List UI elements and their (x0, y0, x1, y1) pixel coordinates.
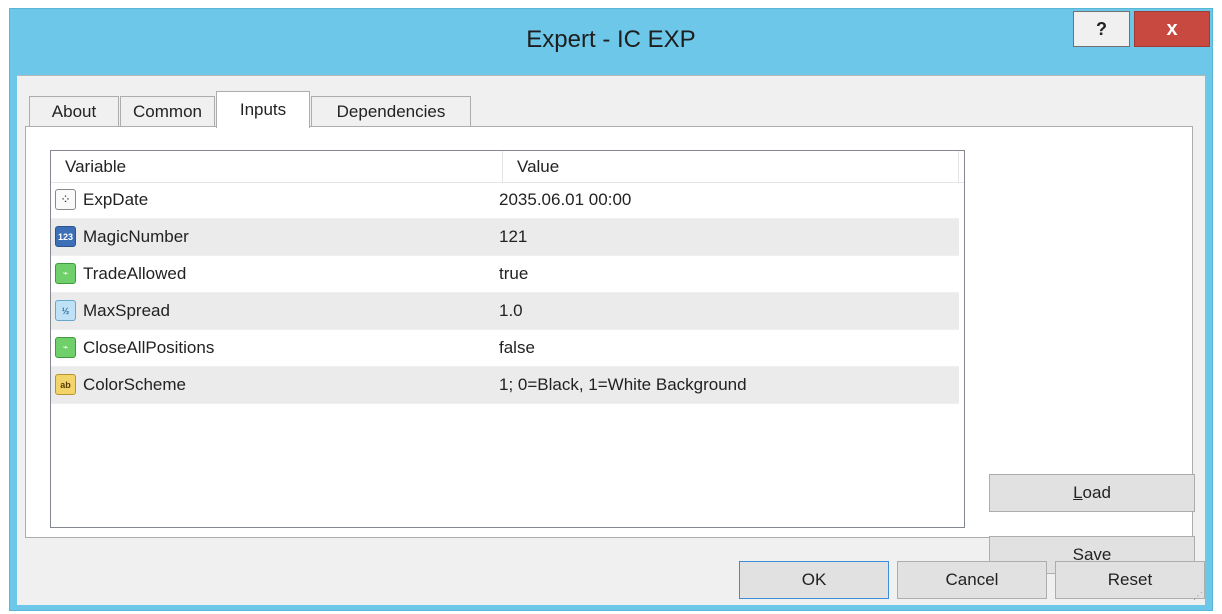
help-button[interactable]: ? (1073, 11, 1130, 47)
string-icon: ab (55, 374, 76, 395)
cancel-button[interactable]: Cancel (897, 561, 1047, 599)
title-bar[interactable]: Expert - IC EXP ? x (10, 9, 1212, 75)
column-header-value[interactable]: Value (503, 151, 959, 182)
variable-value[interactable]: 1.0 (499, 293, 523, 329)
inputs-grid: Variable Value ⁘ ExpDate 2035.06.01 00:0… (50, 150, 965, 528)
grid-header: Variable Value (51, 151, 964, 183)
bool-icon: ⌁ (55, 337, 76, 358)
ok-button[interactable]: OK (739, 561, 889, 599)
close-button[interactable]: x (1134, 11, 1210, 47)
table-row[interactable]: 123 MagicNumber 121 (51, 219, 959, 256)
variable-name: CloseAllPositions (83, 338, 215, 357)
variable-value[interactable]: 1; 0=Black, 1=White Background (499, 367, 747, 403)
dialog-client-area: About Common Inputs Dependencies Variabl… (17, 75, 1205, 605)
tab-about[interactable]: About (29, 96, 119, 127)
load-label: oad (1082, 483, 1111, 502)
expert-dialog: Expert - IC EXP ? x About Common Inputs … (9, 8, 1213, 611)
integer-icon: 123 (55, 226, 76, 247)
variable-name: ColorScheme (83, 375, 186, 394)
column-header-variable[interactable]: Variable (51, 151, 503, 182)
tab-dependencies[interactable]: Dependencies (311, 96, 471, 127)
tab-common[interactable]: Common (120, 96, 215, 127)
variable-name: MaxSpread (83, 301, 170, 320)
datetime-icon: ⁘ (55, 189, 76, 210)
double-icon: ½ (55, 300, 76, 321)
table-row[interactable]: ab ColorScheme 1; 0=Black, 1=White Backg… (51, 367, 959, 404)
window-title: Expert - IC EXP (526, 26, 696, 53)
table-row[interactable]: ½ MaxSpread 1.0 (51, 293, 959, 330)
table-row[interactable]: ⌁ CloseAllPositions false (51, 330, 959, 367)
variable-value[interactable]: 2035.06.01 00:00 (499, 182, 631, 218)
table-row[interactable]: ⁘ ExpDate 2035.06.01 00:00 (51, 182, 959, 219)
inputs-tab-panel: Variable Value ⁘ ExpDate 2035.06.01 00:0… (25, 126, 1195, 574)
resize-grip-icon[interactable]: ⋰ (1191, 591, 1203, 603)
reset-button[interactable]: Reset (1055, 561, 1205, 599)
variable-value[interactable]: false (499, 330, 535, 366)
variable-name: ExpDate (83, 190, 149, 209)
variable-name: MagicNumber (83, 227, 189, 246)
table-row[interactable]: ⌁ TradeAllowed true (51, 256, 959, 293)
load-mnemonic: L (1073, 483, 1083, 502)
bool-icon: ⌁ (55, 263, 76, 284)
variable-value[interactable]: true (499, 256, 528, 292)
tab-inputs[interactable]: Inputs (216, 91, 310, 128)
variable-value[interactable]: 121 (499, 219, 527, 255)
variable-name: TradeAllowed (83, 264, 187, 283)
load-button[interactable]: Load (989, 474, 1195, 512)
